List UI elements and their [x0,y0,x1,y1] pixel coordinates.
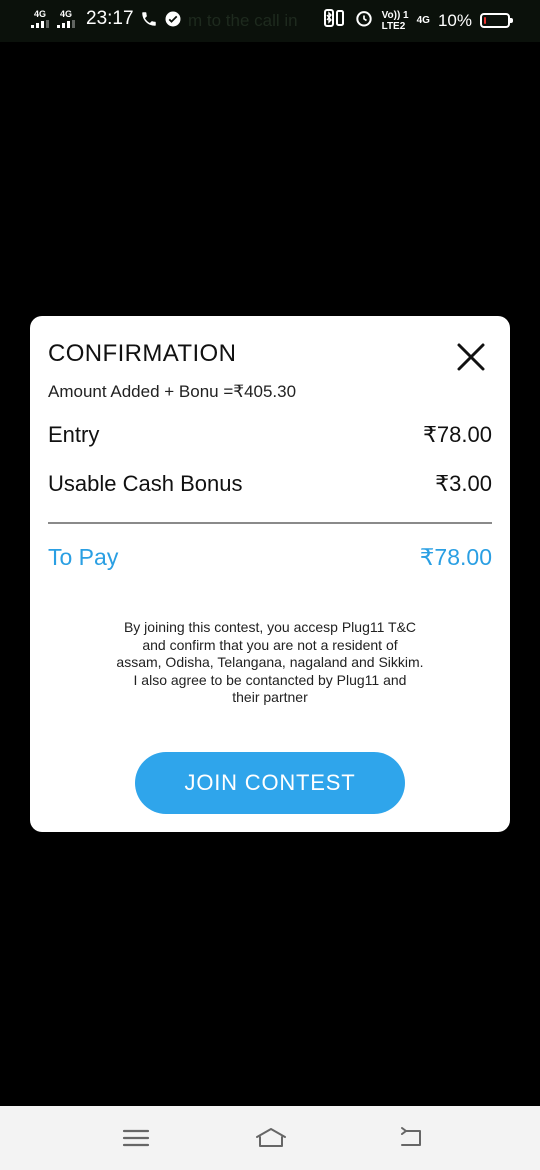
sim2-network-label: 4G [59,9,72,19]
network-4g-indicator: 4G [417,15,430,26]
terms-line: I also agree to be contancted by Plug11 … [133,671,407,688]
volte-line2: LTE2 [381,20,406,32]
terms-line: and confirm that you are not a resident … [142,636,398,653]
close-button[interactable] [456,342,486,372]
sim1-network-label: 4G [33,9,46,19]
status-left: 4G 4G 23:17 [30,8,182,30]
ghost-notification-text: m to the call in [188,11,298,30]
to-pay-row: To Pay ₹78.00 [48,544,492,571]
cash-bonus-label: Usable Cash Bonus [48,471,243,496]
battery-icon [480,13,513,28]
confirmation-dialog: CONFIRMATION Amount Added + Bonu =₹405.3… [30,316,510,832]
close-icon [457,343,485,371]
home-button[interactable] [254,1124,286,1152]
alarm-icon [354,8,374,33]
to-pay-value: ₹78.00 [419,544,492,570]
status-right: Vo)) 1 LTE2 4G 10% [323,8,513,33]
sim2-signal-icon: 4G [56,10,76,28]
to-pay-label: To Pay [48,544,119,570]
terms-line: By joining this contest, you accesp Plug… [123,619,417,635]
battery-percent: 10% [437,10,472,30]
entry-label: Entry [48,422,100,447]
menu-icon [122,1129,150,1147]
terms-text: By joining this contest, you accesp Plug… [70,619,470,707]
volte-line1: Vo)) 1 [381,9,409,21]
entry-value: ₹78.00 [422,422,492,447]
status-bar: 4G 4G 23:17 m to the call in Vo)) 1 LTE2… [0,0,540,42]
screen: 4G 4G 23:17 m to the call in Vo)) 1 LTE2… [0,0,540,1170]
cash-bonus-value: ₹3.00 [435,471,492,496]
entry-row: Entry ₹78.00 [48,422,492,448]
amount-added-summary: Amount Added + Bonu =₹405.30 [48,382,297,401]
navigation-bar [0,1106,540,1170]
terms-line: their partner [232,689,308,705]
cash-bonus-row: Usable Cash Bonus ₹3.00 [48,471,492,497]
back-icon [401,1127,421,1146]
recent-apps-button[interactable] [121,1124,151,1152]
terms-line: assam, Odisha, Telangana, nagaland and S… [116,654,424,670]
back-button[interactable] [396,1124,426,1152]
status-time: 23:17 [86,8,134,29]
sim1-signal-icon: 4G [30,10,50,28]
phone-call-icon [140,10,158,28]
network-4g-label: 4G [416,15,430,26]
divider [48,522,492,524]
dialog-title: CONFIRMATION [48,340,237,367]
home-icon [256,1128,286,1147]
bluetooth-vibrate-icon [323,8,346,33]
battery-fill [484,17,486,24]
volte-indicator: Vo)) 1 LTE2 [382,10,409,32]
join-contest-button[interactable]: JOIN CONTEST [135,752,405,814]
notification-check-icon [164,10,182,28]
